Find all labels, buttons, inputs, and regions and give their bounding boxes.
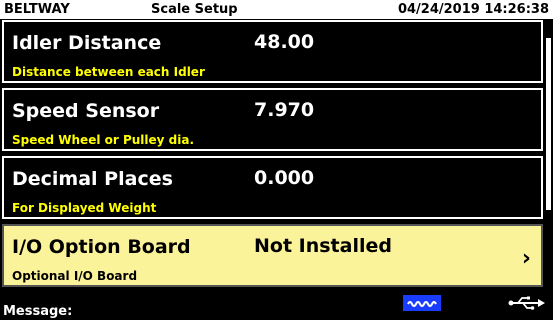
status-bar: Message: (0, 292, 553, 320)
setting-description: For Displayed Weight (12, 201, 157, 215)
title-bar: BELTWAY Scale Setup 04/24/2019 14:26:38 (0, 0, 553, 20)
setting-label: Decimal Places (12, 168, 173, 190)
wave-icon (403, 295, 441, 311)
usb-icon (507, 295, 547, 311)
message-label: Message: (3, 304, 73, 319)
setting-row-io-option-board[interactable]: I/O Option Board Not Installed Optional … (2, 224, 543, 287)
wave-icon-graphic (407, 301, 437, 307)
setting-description: Speed Wheel or Pulley dia. (12, 133, 195, 147)
setting-row-speed-sensor[interactable]: Speed Sensor 7.970 Speed Wheel or Pulley… (2, 88, 543, 151)
setting-value: 48.00 (254, 31, 315, 53)
setting-description: Optional I/O Board (12, 269, 138, 283)
settings-list: Idler Distance 48.00 Distance between ea… (0, 20, 553, 292)
screen-title: Scale Setup (151, 2, 238, 17)
usb-icon-graphic (508, 296, 545, 310)
setting-label: I/O Option Board (12, 236, 191, 258)
setting-description: Distance between each Idler (12, 65, 205, 79)
chevron-right-icon[interactable]: › (522, 248, 531, 270)
setting-label: Idler Distance (12, 32, 162, 54)
datetime-display: 04/24/2019 14:26:38 (397, 2, 549, 17)
setting-row-idler-distance[interactable]: Idler Distance 48.00 Distance between ea… (2, 20, 543, 83)
scrollbar-thumb[interactable] (546, 38, 551, 210)
setting-label: Speed Sensor (12, 100, 160, 122)
setting-value: 7.970 (254, 99, 315, 121)
setting-row-decimal-places[interactable]: Decimal Places 0.000 For Displayed Weigh… (2, 156, 543, 219)
setting-value: Not Installed (254, 235, 392, 257)
scrollbar[interactable] (544, 20, 553, 292)
brand-label: BELTWAY (4, 2, 70, 17)
setting-value: 0.000 (254, 167, 315, 189)
